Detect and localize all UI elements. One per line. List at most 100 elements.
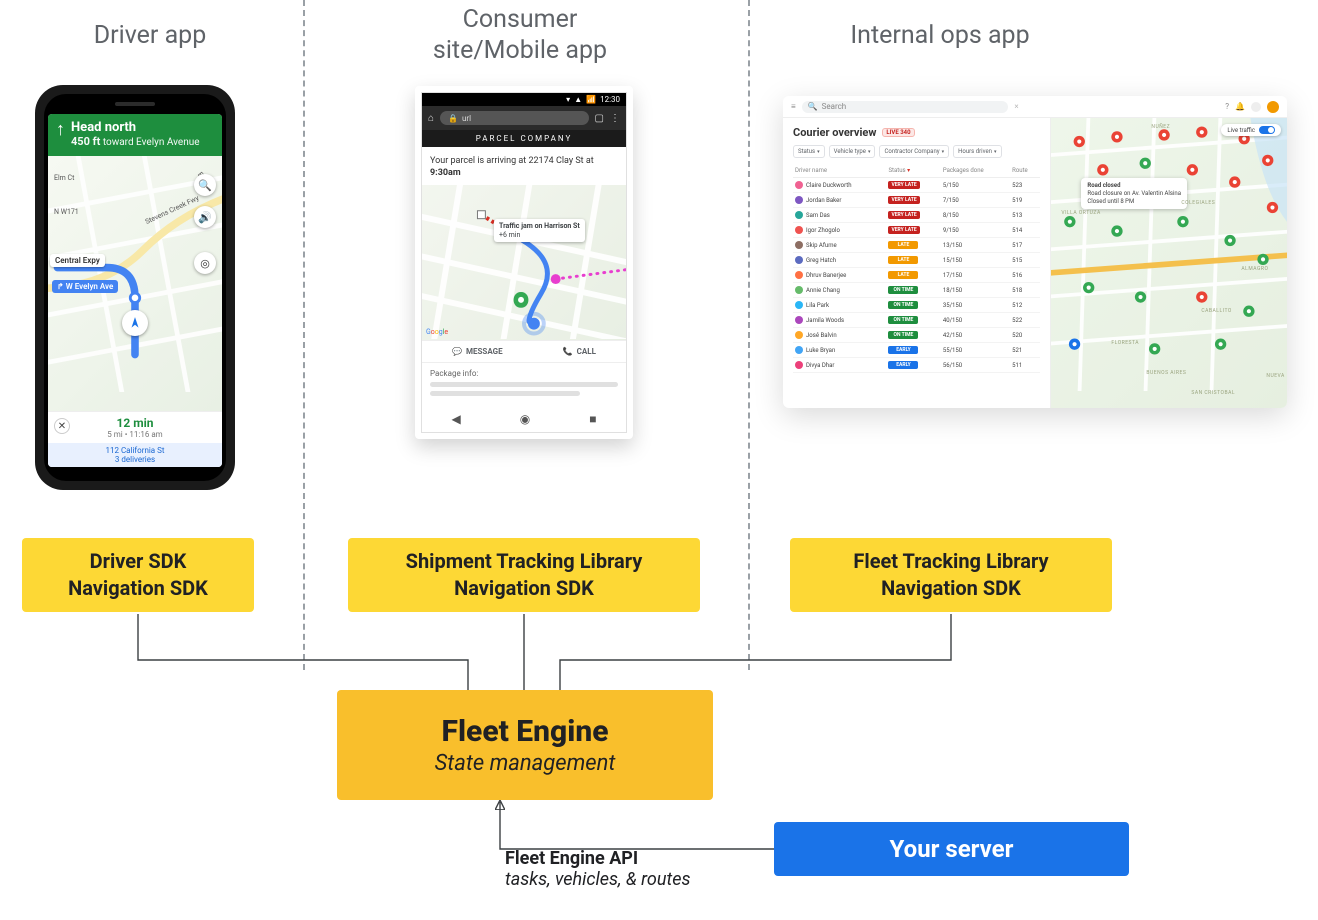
your-server-box: Your server xyxy=(774,822,1129,876)
divider-1 xyxy=(303,0,305,670)
ops-title: Courier overview xyxy=(793,126,876,139)
neighborhood-label: ALMAGRO xyxy=(1241,266,1268,272)
nav-recent-icon[interactable]: ■ xyxy=(589,412,596,426)
android-statusbar: ▾▲📶 12:30 xyxy=(422,93,626,106)
table-row[interactable]: Skip AfumeLATE13/150517 xyxy=(793,238,1040,253)
apps-icon[interactable] xyxy=(1251,102,1261,112)
table-row[interactable]: Dhruv BanerjeeLATE17/150516 xyxy=(793,268,1040,283)
message-icon: 💬 xyxy=(452,347,462,356)
lock-icon: 🔒 xyxy=(448,114,458,123)
col-packages-done[interactable]: Packages done xyxy=(941,164,1010,178)
call-button[interactable]: 📞CALL xyxy=(563,347,596,356)
neighborhood-label: VILLA ORTUZA xyxy=(1061,210,1100,216)
ops-left-panel: Courier overview LIVE 340 Status Vehicle … xyxy=(783,118,1050,408)
col-route[interactable]: Route xyxy=(1010,164,1040,178)
traffic-line1: Traffic jam on Harrison St xyxy=(499,222,580,230)
sdk-ops-line2: Navigation SDK xyxy=(881,575,1021,602)
overflow-icon[interactable]: ⋮ xyxy=(610,113,620,124)
street-nw171: N W171 xyxy=(54,208,79,216)
consumer-actions: 💬MESSAGE 📞CALL xyxy=(422,340,626,363)
table-row[interactable]: Sam DasVERY LATE8/150513 xyxy=(793,208,1040,223)
chip-central-expy: Central Expy xyxy=(50,254,105,267)
table-row[interactable]: Luke BryanEARLY55/150521 xyxy=(793,343,1040,358)
eta-meta: 5 mi • 11:16 am xyxy=(54,430,216,439)
url-text: url xyxy=(462,114,471,123)
package-info-label: Package info: xyxy=(430,369,618,378)
api-caption-title: Fleet Engine API xyxy=(505,848,690,869)
consumer-map: Traffic jam on Harrison St +6 min Google xyxy=(422,185,626,340)
home-icon[interactable]: ⌂ xyxy=(428,113,434,124)
fab-layers[interactable]: ◎ xyxy=(194,252,216,274)
table-row[interactable]: Claire DuckworthVERY LATE5/150523 xyxy=(793,178,1040,193)
sdk-driver-line2: Navigation SDK xyxy=(68,575,208,602)
fleet-engine-box: Fleet Engine State management xyxy=(337,690,713,800)
close-icon[interactable]: ✕ xyxy=(54,418,70,434)
tabs-icon[interactable]: ▢ xyxy=(595,113,604,124)
arrival-time: 9:30am xyxy=(430,168,461,178)
ops-search[interactable]: 🔍 Search xyxy=(802,101,1009,113)
traffic-toggle[interactable]: Live traffic xyxy=(1221,124,1281,136)
brand-header: PARCEL COMPANY xyxy=(422,130,626,147)
table-row[interactable]: Jordan BakerVERY LATE7/150519 xyxy=(793,193,1040,208)
table-row[interactable]: José BalvinON TIME42/150520 xyxy=(793,328,1040,343)
ops-search-placeholder: Search xyxy=(822,102,847,111)
chip-line2: Road closure on Av. Valentin Alsina xyxy=(1087,190,1181,197)
nav-directions-bar: ↑ Head north 450 ft toward Evelyn Avenue xyxy=(48,114,222,156)
table-row[interactable]: Igor ZhogoloVERY LATE9/150514 xyxy=(793,223,1040,238)
table-row[interactable]: Lila ParkON TIME35/150512 xyxy=(793,298,1040,313)
heading-ops: Internal ops app xyxy=(780,20,1100,51)
chip-route-name: ↱ W Evelyn Ave xyxy=(52,280,118,293)
chip-line3: Closed until 8 PM xyxy=(1087,198,1134,205)
message-button[interactable]: 💬MESSAGE xyxy=(452,347,503,356)
url-field[interactable]: 🔒 url xyxy=(440,111,589,125)
heading-consumer: Consumer site/Mobile app xyxy=(360,4,680,67)
filter-hours-driven[interactable]: Hours driven xyxy=(953,145,1001,158)
neighborhood-label: SAN CRISTOBAL xyxy=(1191,390,1235,396)
fab-search[interactable]: 🔍 xyxy=(194,174,216,196)
street-elm: Elm Ct xyxy=(54,174,74,182)
table-row[interactable]: Annie ChangON TIME18/150518 xyxy=(793,283,1040,298)
nav-back-icon[interactable]: ◀ xyxy=(452,412,461,426)
filter-vehicle-type[interactable]: Vehicle type xyxy=(829,145,876,158)
browser-urlbar: ⌂ 🔒 url ▢ ⋮ xyxy=(422,106,626,130)
nav-home-icon[interactable]: ◉ xyxy=(520,412,530,426)
fab-sound[interactable]: 🔊 xyxy=(194,206,216,228)
col-driver-name[interactable]: Driver name xyxy=(793,164,886,178)
nav-title: Head north xyxy=(71,120,214,135)
driver-map: Elm Ct N W171 Stevens Creek Fwy Easy St … xyxy=(48,156,222,411)
neighborhood-label: NUÑEZ xyxy=(1151,124,1170,130)
chip-title: Road closed xyxy=(1087,182,1120,189)
divider-2 xyxy=(748,0,750,670)
ops-map: Live traffic Road closed Road closure on… xyxy=(1050,118,1287,408)
package-info: Package info: xyxy=(422,363,626,406)
api-caption: Fleet Engine API tasks, vehicles, & rout… xyxy=(505,848,690,890)
filter-contractor-company[interactable]: Contractor Company xyxy=(879,145,949,158)
bell-icon[interactable]: 🔔 xyxy=(1235,102,1245,111)
driver-bottom-sheet: ✕ 12 min 5 mi • 11:16 am 112 California … xyxy=(48,411,222,467)
traffic-toggle-label: Live traffic xyxy=(1227,127,1255,134)
col-status[interactable]: Status ▾ xyxy=(886,164,940,178)
table-row[interactable]: Divya DharEARLY56/150511 xyxy=(793,358,1040,373)
arrow-up-icon: ↑ xyxy=(56,121,65,139)
table-row[interactable]: Greg HatchLATE15/150515 xyxy=(793,253,1040,268)
avatar[interactable] xyxy=(1267,101,1279,113)
driver-app-mock: ↑ Head north 450 ft toward Evelyn Avenue xyxy=(35,85,235,490)
table-head: Driver nameStatus ▾Packages doneRoute xyxy=(793,164,1040,178)
call-label: CALL xyxy=(577,347,596,356)
clear-icon[interactable]: × xyxy=(1014,102,1018,111)
arrival-message: Your parcel is arriving at 22174 Clay St… xyxy=(422,147,626,185)
diagram-stage: Driver app Consumer site/Mobile app Inte… xyxy=(0,0,1318,920)
help-icon[interactable]: ? xyxy=(1225,102,1229,111)
ops-live-tag: LIVE 340 xyxy=(882,128,914,137)
traffic-line2: +6 min xyxy=(499,231,520,239)
neighborhood-label: CABALLITO xyxy=(1201,308,1231,314)
compass-icon xyxy=(122,310,148,336)
search-icon: 🔍 xyxy=(808,102,818,111)
sdk-ops-box: Fleet Tracking Library Navigation SDK xyxy=(790,538,1112,612)
menu-icon[interactable]: ≡ xyxy=(791,102,796,111)
sdk-ops-line1: Fleet Tracking Library xyxy=(853,548,1048,575)
heading-driver: Driver app xyxy=(0,20,310,51)
filter-status[interactable]: Status xyxy=(793,145,825,158)
table-row[interactable]: Jamila WoodsON TIME40/150522 xyxy=(793,313,1040,328)
stop-deliveries: 3 deliveries xyxy=(48,455,222,464)
